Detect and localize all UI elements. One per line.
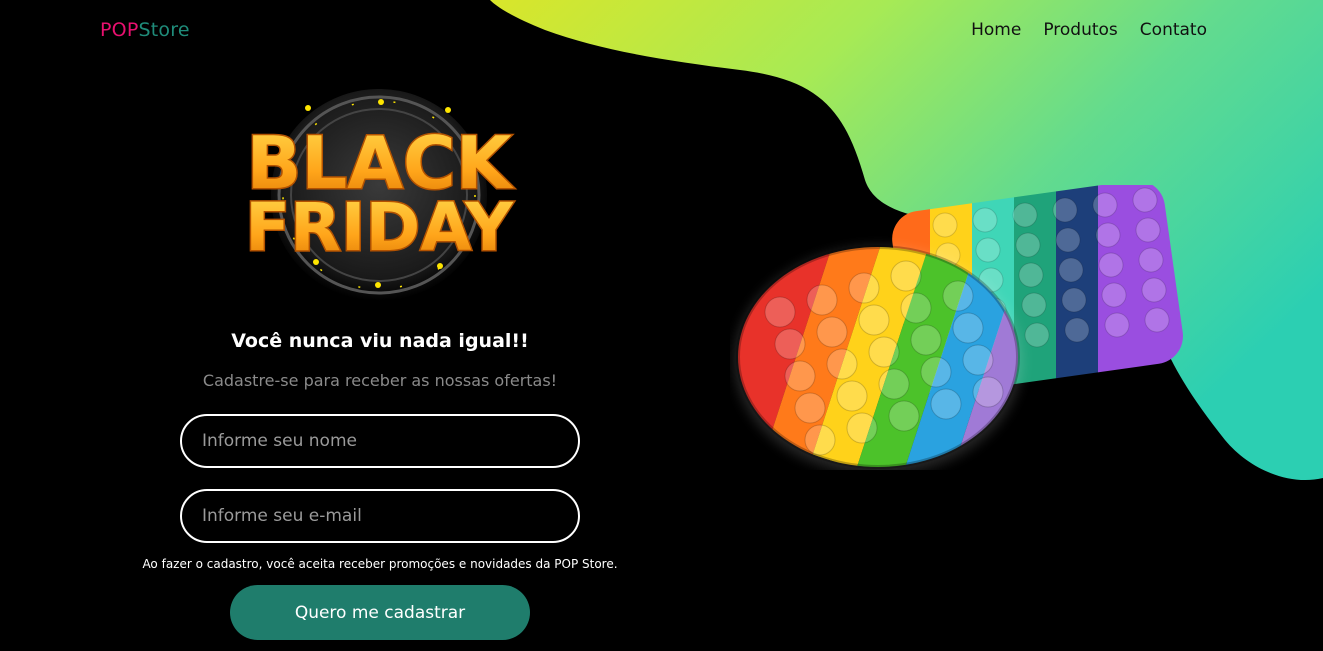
- brand-logo-store: Store: [138, 19, 190, 41]
- terms-notice: Ao fazer o cadastro, você aceita receber…: [142, 557, 618, 571]
- main-nav: Home Produtos Contato: [971, 20, 1207, 40]
- top-header: POPStore Home Produtos Contato: [0, 0, 1323, 62]
- badge-word-friday: FRIDAY: [245, 189, 514, 266]
- email-input[interactable]: [180, 489, 580, 543]
- signup-button[interactable]: Quero me cadastrar: [230, 585, 530, 640]
- black-friday-badge: BLACK FRIDAY: [244, 89, 516, 301]
- nav-produtos-link[interactable]: Produtos: [1043, 20, 1117, 40]
- nav-home-link[interactable]: Home: [971, 20, 1021, 40]
- brand-logo[interactable]: POPStore: [100, 19, 190, 41]
- nav-contato-link[interactable]: Contato: [1140, 20, 1207, 40]
- hero-subtitle: Cadastre-se para receber as nossas ofert…: [202, 371, 558, 390]
- pop-it-product-image: [734, 185, 1187, 470]
- brand-logo-pop: POP: [100, 19, 139, 41]
- hero-headline: Você nunca viu nada igual!!: [231, 330, 529, 352]
- name-input[interactable]: [180, 414, 580, 468]
